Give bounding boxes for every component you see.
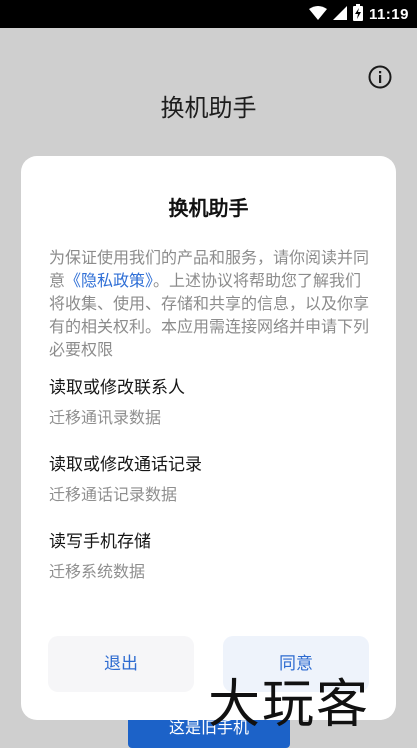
status-bar: 11:19: [0, 0, 417, 28]
info-button[interactable]: [367, 64, 393, 90]
battery-charging-icon: [352, 3, 363, 25]
wifi-icon: [308, 5, 327, 24]
permission-desc: 迁移通讯录数据: [49, 408, 162, 427]
status-icons: 11:19: [308, 0, 409, 28]
permission-item-contacts: 读取或修改联系人 迁移通讯录数据: [49, 376, 369, 430]
exit-button[interactable]: 退出: [48, 636, 194, 692]
privacy-policy-link[interactable]: 《隐私政策》: [65, 271, 153, 290]
signal-icon: [332, 5, 347, 24]
permission-desc: 迁移通话记录数据: [49, 485, 178, 504]
app-title: 换机助手: [160, 94, 257, 122]
permission-item-call-log: 读取或修改通话记录 迁移通话记录数据: [49, 453, 369, 507]
watermark-logo: 大玩客: [208, 675, 371, 735]
info-icon: [367, 65, 393, 94]
permission-item-storage: 读写手机存储 迁移系统数据: [49, 530, 369, 584]
permission-desc: 迁移系统数据: [49, 562, 146, 581]
privacy-dialog: 换机助手 为保证使用我们的产品和服务，请你阅读并同意《隐私政策》。上述协议将帮助…: [21, 156, 396, 720]
privacy-intro: 为保证使用我们的产品和服务，请你阅读并同意《隐私政策》。上述协议将帮助您了解我们…: [49, 246, 374, 361]
permission-title: 读写手机存储: [49, 532, 151, 552]
dialog-title: 换机助手: [168, 196, 249, 220]
permission-title: 读取或修改联系人: [49, 378, 185, 398]
status-time: 11:19: [368, 5, 409, 23]
permission-title: 读取或修改通话记录: [49, 455, 202, 475]
